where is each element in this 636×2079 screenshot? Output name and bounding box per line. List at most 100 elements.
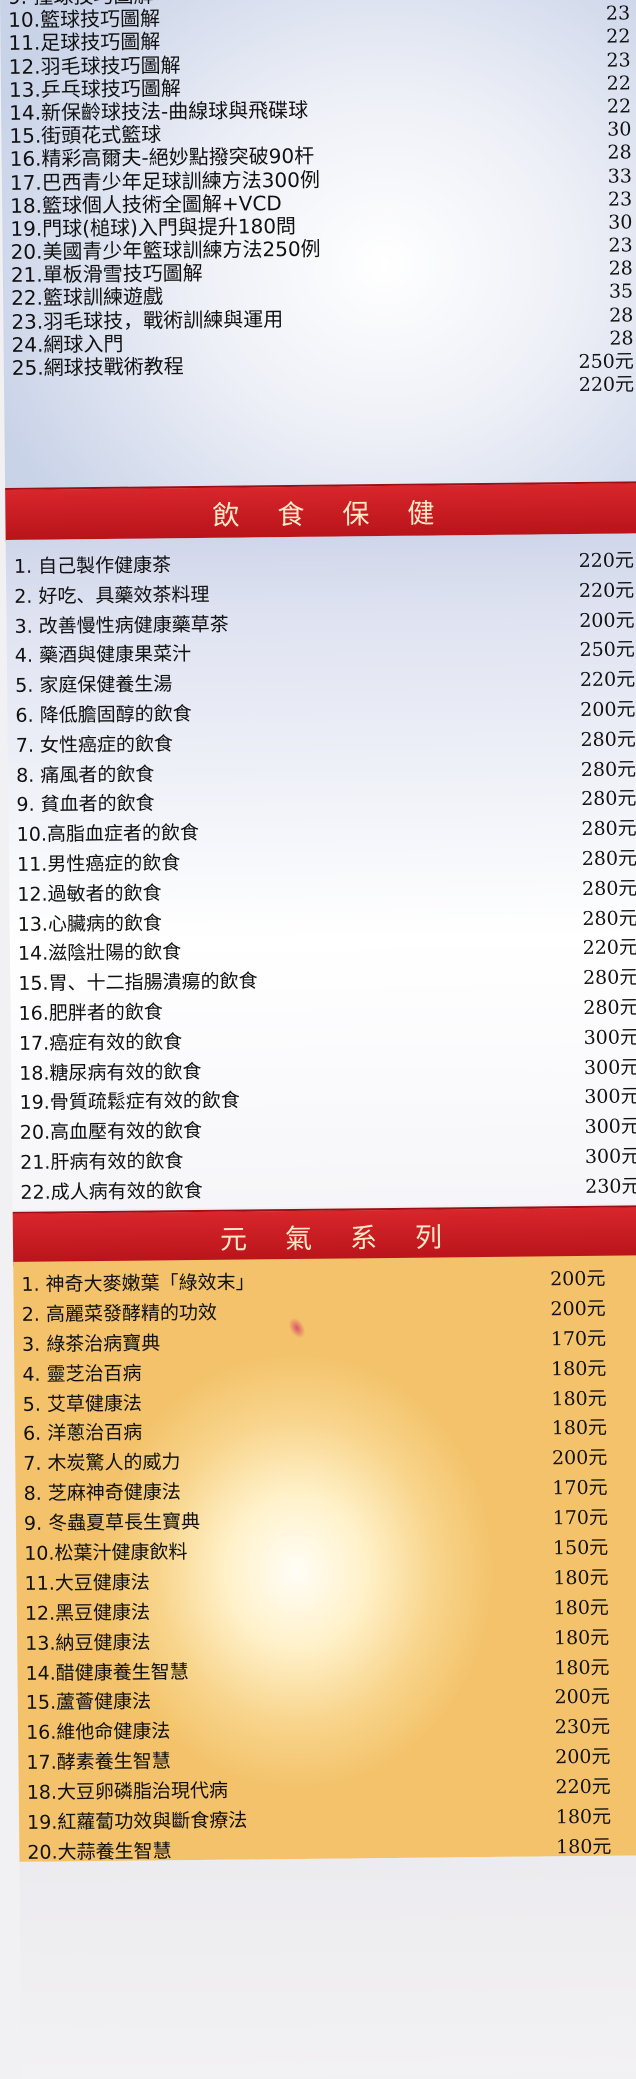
book-price: 220元 bbox=[582, 936, 636, 960]
book-price: 200元 bbox=[555, 1745, 611, 1769]
book-title: 12.過敏者的飲食 bbox=[17, 882, 162, 906]
book-title: 10.高脂血症者的飲食 bbox=[16, 822, 200, 847]
book-title: 19.紅蘿蔔功效與斷食療法 bbox=[26, 1809, 248, 1834]
book-title: 13.乒乓球技巧圖解 bbox=[8, 75, 181, 102]
book-price: 30 bbox=[607, 118, 632, 141]
book-price: 30 bbox=[608, 211, 633, 234]
book-title: 20.高血壓有效的飲食 bbox=[19, 1120, 203, 1144]
book-price: 180元 bbox=[553, 1566, 609, 1590]
book-price: 300元 bbox=[584, 1145, 636, 1168]
book-title: 10.松葉汁健康飲料 bbox=[24, 1541, 188, 1565]
book-title: 10.籃球技巧圖解 bbox=[8, 6, 161, 33]
book-title: 5. 家庭保健養生湯 bbox=[15, 673, 173, 698]
book-price: 200元 bbox=[580, 698, 636, 721]
book-title: 16.肥胖者的飲食 bbox=[18, 1001, 163, 1025]
book-price: 220元 bbox=[578, 373, 635, 397]
book-price: 170元 bbox=[550, 1327, 607, 1351]
book-price: 200元 bbox=[551, 1447, 608, 1470]
book-title: 16.維他命健康法 bbox=[26, 1720, 171, 1745]
book-title: 8. 痛風者的飲食 bbox=[16, 763, 155, 787]
energy-panel: 1. 神奇大麥嫩葉「綠效末」 200元 2. 高麗菜發酵精的功效 200元 3. 綠茶治… bbox=[13, 1255, 636, 1862]
energy-section-title: 元氣系列 bbox=[219, 1221, 481, 1256]
book-item: 22.成人病有效的飲食 230元 bbox=[20, 1171, 636, 1207]
book-title: 6. 洋蔥治百病 bbox=[22, 1422, 143, 1446]
blank-margin bbox=[19, 1855, 636, 2079]
book-title: 7. 女性癌症的飲食 bbox=[15, 733, 174, 757]
book-title: 12.羽毛球技巧圖解 bbox=[8, 52, 181, 79]
book-title: 7. 木炭驚人的威力 bbox=[23, 1451, 181, 1476]
book-title: 21.肝病有效的飲食 bbox=[20, 1150, 184, 1174]
book-title: 8. 芝麻神奇健康法 bbox=[23, 1481, 181, 1506]
book-title: 25.網球技戰術教程 bbox=[11, 354, 184, 380]
book-price: 170元 bbox=[552, 1506, 609, 1530]
book-price: 200元 bbox=[579, 608, 635, 632]
book-title: 17.癌症有效的飲食 bbox=[18, 1030, 183, 1055]
book-price: 28 bbox=[608, 257, 633, 280]
book-price: 300元 bbox=[584, 1085, 636, 1109]
book-title: 3. 改善慢性病健康藥草茶 bbox=[14, 613, 229, 638]
book-title: 9. 貧血者的飲食 bbox=[16, 792, 155, 817]
book-price: 250元 bbox=[578, 350, 634, 373]
book-title: 17.酵素養生智慧 bbox=[26, 1750, 171, 1775]
book-price: 220元 bbox=[578, 549, 635, 572]
book-title: 24.網球入門 bbox=[11, 331, 124, 357]
book-price: 300元 bbox=[583, 1026, 636, 1049]
book-price: 23 bbox=[608, 234, 633, 257]
book-price: 250元 bbox=[579, 638, 635, 662]
book-price: 33 bbox=[607, 164, 632, 188]
book-price: 23 bbox=[607, 188, 633, 211]
book-price: 180元 bbox=[553, 1596, 609, 1620]
book-title: 6. 降低膽固醇的飲食 bbox=[15, 703, 192, 727]
sports-book-list: 9. 撞球技巧圖解2310.籃球技巧圖解2311.足球技巧圖解2212.羽毛球技… bbox=[8, 0, 636, 403]
book-price: 200元 bbox=[550, 1267, 606, 1291]
book-title: 2. 高麗菜發酵精的功效 bbox=[21, 1301, 218, 1326]
book-title: 14.醋健康養生智慧 bbox=[25, 1660, 189, 1685]
book-title: 1. 神奇大麥嫩葉「綠效末」 bbox=[21, 1271, 255, 1296]
catalog-page: 9. 撞球技巧圖解2310.籃球技巧圖解2311.足球技巧圖解2212.羽毛球技… bbox=[0, 0, 636, 2079]
book-price: 200元 bbox=[550, 1297, 606, 1321]
book-price: 28 bbox=[607, 141, 632, 164]
book-price: 300元 bbox=[583, 1055, 636, 1079]
book-price: 180元 bbox=[551, 1417, 608, 1440]
book-title: 14.滋陰壯陽的飲食 bbox=[17, 941, 182, 966]
book-price: 280元 bbox=[581, 877, 636, 900]
diet-section-header: 飲食保健 bbox=[5, 481, 636, 542]
book-title: 11.男性癌症的飲食 bbox=[16, 852, 181, 876]
book-price: 280元 bbox=[582, 906, 636, 930]
book-title: 21.單板滑雪技巧圖解 bbox=[10, 261, 203, 288]
book-price: 22 bbox=[606, 95, 632, 118]
book-price: 300元 bbox=[584, 1115, 636, 1139]
book-title: 9. 冬蟲夏草長生寶典 bbox=[23, 1511, 201, 1535]
book-price: 22 bbox=[606, 72, 632, 95]
book-title: 14.新保齡球技法-曲線球與飛碟球 bbox=[9, 97, 309, 125]
book-price: 230元 bbox=[554, 1716, 611, 1739]
book-title: 15.胃、十二指腸潰瘍的飲食 bbox=[18, 970, 258, 996]
book-price: 180元 bbox=[550, 1357, 607, 1380]
book-price: 280元 bbox=[581, 847, 636, 870]
energy-book-list: 1. 神奇大麥嫩葉「綠效末」 200元 2. 高麗菜發酵精的功效 200元 3. 綠茶治… bbox=[21, 1263, 636, 1862]
book-price: 170元 bbox=[552, 1476, 608, 1500]
sports-panel: 9. 撞球技巧圖解2310.籃球技巧圖解2311.足球技巧圖解2212.羽毛球技… bbox=[0, 0, 636, 488]
diet-section-title: 飲食保健 bbox=[212, 497, 473, 532]
book-price: 280元 bbox=[581, 787, 636, 811]
book-title: 3. 綠茶治病寶典 bbox=[21, 1332, 161, 1356]
book-price: 180元 bbox=[553, 1626, 610, 1649]
book-title: 23.羽毛球技，戰術訓練與運用 bbox=[11, 306, 284, 334]
diet-panel: 1. 自己製作健康茶 220元 2. 好吃、具藥效茶料理 220元 3. 改善慢性病健康… bbox=[5, 533, 636, 1210]
book-price: 23 bbox=[605, 2, 631, 25]
book-price: 22 bbox=[606, 25, 631, 49]
book-price: 280元 bbox=[580, 728, 636, 751]
book-title: 12.黑豆健康法 bbox=[24, 1601, 151, 1625]
book-title: 5. 艾草健康法 bbox=[22, 1392, 142, 1416]
book-title: 13.納豆健康法 bbox=[25, 1631, 151, 1655]
book-price: 280元 bbox=[583, 996, 636, 1019]
book-title: 15.街頭花式籃球 bbox=[9, 122, 162, 149]
book-title: 22.籃球訓練遊戲 bbox=[10, 284, 164, 311]
book-title: 11.足球技巧圖解 bbox=[8, 29, 161, 56]
book-title: 18.糖尿病有效的飲食 bbox=[19, 1060, 202, 1085]
book-title: 2. 好吃、具藥效茶料理 bbox=[14, 583, 210, 608]
book-title: 13.心臟病的飲食 bbox=[17, 911, 163, 936]
book-title: 22.成人病有效的飲食 bbox=[20, 1179, 203, 1204]
book-price: 280元 bbox=[581, 817, 636, 841]
book-title: 4. 靈芝治百病 bbox=[22, 1362, 142, 1386]
